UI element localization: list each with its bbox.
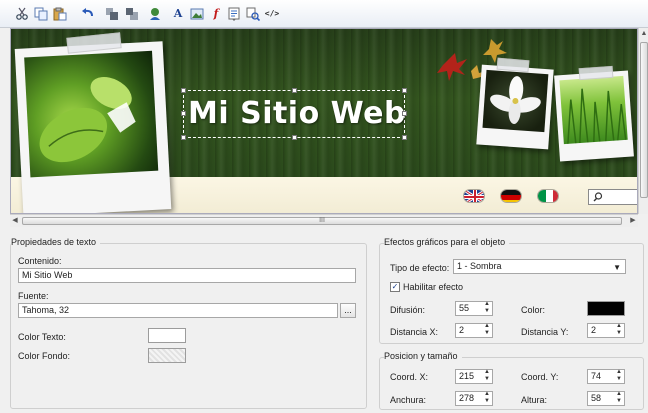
scroll-up-arrow[interactable]: ▲ <box>639 28 648 40</box>
flag-english-icon[interactable] <box>463 189 485 203</box>
distance-x-label: Distancia X: <box>390 327 439 337</box>
distance-y-label: Distancia Y: <box>521 327 569 337</box>
properties-icon[interactable] <box>226 6 242 22</box>
lily-photo <box>482 69 549 133</box>
flag-italian-icon[interactable] <box>537 189 559 203</box>
text-color-swatch[interactable] <box>148 328 186 343</box>
scroll-right-arrow[interactable]: ▶ <box>628 215 638 227</box>
font-picker-button[interactable]: ... <box>340 303 356 318</box>
distance-y-spinner[interactable]: ▲ ▼ <box>613 323 625 338</box>
text-object-selected[interactable]: Mi Sitio Web <box>181 88 407 140</box>
resize-handle[interactable] <box>402 111 407 116</box>
horizontal-scrollbar[interactable]: ◀ III ▶ <box>10 214 638 227</box>
position-title: Posicion y tamaño <box>384 351 462 361</box>
flag-german-icon[interactable] <box>500 189 522 203</box>
resize-handle[interactable] <box>181 111 186 116</box>
width-spinner[interactable]: ▲ ▼ <box>481 391 493 406</box>
font-input[interactable]: Tahoma, 32 <box>18 303 338 318</box>
enable-effect-checkbox[interactable]: ✓ <box>390 282 400 292</box>
photo-frame-large[interactable] <box>14 41 172 213</box>
coord-y-spinner[interactable]: ▲ ▼ <box>613 369 625 384</box>
text-properties-title: Propiedades de texto <box>11 237 101 247</box>
photo-frame-lily[interactable] <box>476 64 554 150</box>
resize-handle[interactable] <box>292 88 297 93</box>
resize-handle[interactable] <box>181 88 186 93</box>
effect-type-value: 1 - Sombra <box>457 261 502 271</box>
height-spinner[interactable]: ▲ ▼ <box>613 391 625 406</box>
diffusion-spinner[interactable]: ▲ ▼ <box>481 301 493 316</box>
diffusion-label: Difusión: <box>390 305 426 315</box>
coord-x-label: Coord. X: <box>390 372 429 382</box>
effect-color-swatch[interactable] <box>587 301 625 316</box>
undo-icon[interactable] <box>80 6 96 22</box>
bg-color-label: Color Fondo: <box>18 351 71 361</box>
effects-group: Efectos gráficos para el objeto Tipo de … <box>379 237 644 344</box>
effect-type-label: Tipo de efecto: <box>390 263 450 273</box>
zoom-icon[interactable] <box>245 6 261 22</box>
coord-y-label: Coord. Y: <box>521 372 559 382</box>
resize-handle[interactable] <box>402 135 407 140</box>
text-color-label: Color Texto: <box>18 332 66 342</box>
text-properties-group: Propiedades de texto Contenido: Mi Sitio… <box>10 237 367 409</box>
horizontal-scroll-thumb[interactable]: III <box>22 217 622 225</box>
flash-icon[interactable]: f <box>208 6 224 22</box>
send-backward-icon[interactable] <box>124 6 140 22</box>
bring-forward-icon[interactable] <box>104 6 120 22</box>
scroll-left-arrow[interactable]: ◀ <box>10 215 20 227</box>
width-label: Anchura: <box>390 395 427 405</box>
search-icon <box>593 192 603 202</box>
photo-frame-grass[interactable] <box>554 70 634 162</box>
position-group: Posicion y tamaño Coord. X: 215 ▲ ▼ Coord… <box>379 351 644 410</box>
color-label: Color: <box>521 305 546 315</box>
enable-effect-label: Habilitar efecto <box>403 282 464 292</box>
coord-x-spinner[interactable]: ▲ ▼ <box>481 369 493 384</box>
photo-tape <box>578 65 614 81</box>
html-code-icon[interactable]: </> <box>263 6 281 22</box>
paste-icon[interactable] <box>52 6 68 22</box>
bg-color-swatch[interactable] <box>148 348 186 363</box>
copy-icon[interactable] <box>33 6 49 22</box>
content-input[interactable]: Mi Sitio Web <box>18 268 356 283</box>
font-label: Fuente: <box>18 291 49 301</box>
vertical-scroll-thumb[interactable] <box>640 42 648 198</box>
height-label: Altura: <box>521 395 548 405</box>
image-icon[interactable] <box>189 6 205 22</box>
distance-x-spinner[interactable]: ▲ ▼ <box>481 323 493 338</box>
effects-title: Efectos gráficos para el objeto <box>384 237 510 247</box>
site-title[interactable]: Mi Sitio Web <box>188 97 406 131</box>
site-search-box[interactable] <box>588 189 637 205</box>
grass-photo <box>559 75 628 145</box>
clip-art-icon[interactable] <box>147 6 163 22</box>
cut-icon[interactable] <box>14 6 30 22</box>
toolbar: A f </> <box>0 0 648 28</box>
leaf-photo <box>24 50 159 178</box>
resize-handle[interactable] <box>292 135 297 140</box>
resize-handle[interactable] <box>402 88 407 93</box>
design-canvas[interactable]: Mi Sitio Web <box>10 28 638 214</box>
effect-type-select[interactable]: 1 - Sombra ▼ <box>453 259 626 274</box>
vertical-scrollbar[interactable]: ▲ <box>638 28 648 214</box>
chevron-down-icon: ▼ <box>613 263 621 272</box>
resize-handle[interactable] <box>181 135 186 140</box>
text-icon[interactable]: A <box>170 6 186 22</box>
content-label: Contenido: <box>18 256 62 266</box>
